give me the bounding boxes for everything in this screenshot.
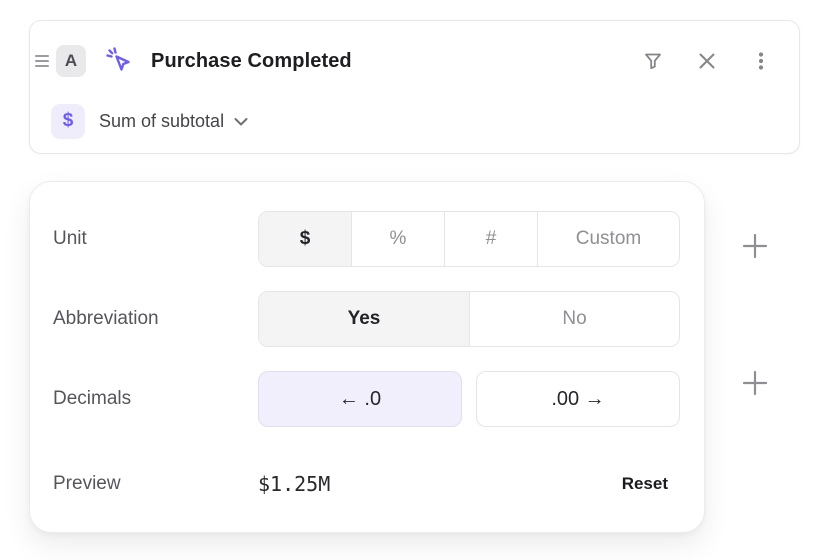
abbreviation-label: Abbreviation: [53, 308, 159, 330]
event-title[interactable]: Purchase Completed: [151, 50, 352, 73]
unit-control: $ % # Custom: [258, 211, 680, 267]
kebab-menu-icon[interactable]: [749, 49, 773, 73]
add-button-top plus-icon[interactable]: [741, 232, 769, 260]
metric-row: $ Sum of subtotal: [30, 101, 799, 141]
metric-editor: A Purchase Completed: [0, 0, 826, 560]
add-button-bottom plus-icon[interactable]: [741, 369, 769, 397]
click-event-icon: [105, 46, 135, 76]
preview-label: Preview: [53, 473, 121, 495]
abbreviation-control: Yes No: [258, 291, 680, 347]
event-actions: [641, 49, 773, 73]
decimals-decrease-button[interactable]: ← .0: [258, 371, 462, 427]
event-card-header: A Purchase Completed: [30, 21, 799, 101]
abbreviation-option-no[interactable]: No: [469, 292, 679, 346]
reset-button[interactable]: Reset: [622, 474, 678, 494]
drag-handle-icon[interactable]: [35, 55, 49, 67]
preview-row: Preview $1.25M Reset: [53, 464, 678, 504]
chevron-down-icon: [234, 115, 248, 130]
decimals-increase-button[interactable]: .00 →: [476, 371, 680, 427]
event-card: A Purchase Completed: [29, 20, 800, 154]
metric-label: Sum of subtotal: [99, 111, 224, 132]
metric-dropdown[interactable]: Sum of subtotal: [99, 111, 248, 132]
decimals-control: ← .0 .00 →: [258, 371, 680, 427]
preview-value: $1.25M: [258, 472, 330, 496]
dollar-badge-icon: $: [51, 104, 85, 139]
number-format-panel: Unit $ % # Custom Abbreviation Yes No De…: [29, 181, 705, 533]
unit-label: Unit: [53, 228, 87, 250]
close-icon[interactable]: [695, 49, 719, 73]
unit-option-percent[interactable]: %: [351, 212, 444, 266]
abbreviation-segmented-control: Yes No: [258, 291, 680, 347]
unit-option-dollar[interactable]: $: [259, 212, 351, 266]
unit-segmented-control: $ % # Custom: [258, 211, 680, 267]
unit-option-custom[interactable]: Custom: [537, 212, 679, 266]
event-row-badge[interactable]: A: [56, 45, 86, 77]
filter-icon[interactable]: [641, 49, 665, 73]
unit-option-number[interactable]: #: [444, 212, 537, 266]
decimals-label: Decimals: [53, 388, 131, 410]
abbreviation-option-yes[interactable]: Yes: [259, 292, 469, 346]
